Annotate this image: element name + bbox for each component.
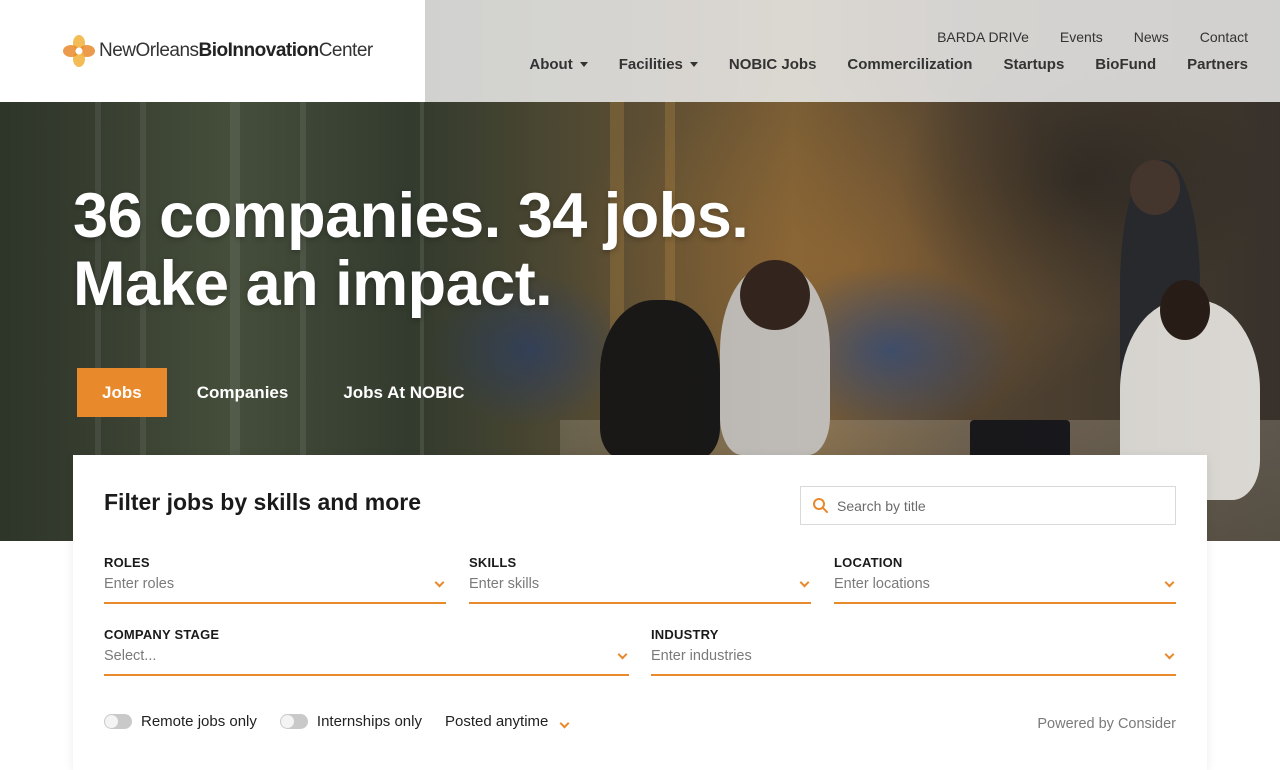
company-stage-field: COMPANY STAGE Select... xyxy=(104,627,629,676)
chevron-down-icon xyxy=(559,718,570,728)
remote-only-label: Remote jobs only xyxy=(141,713,257,730)
nav-commercilization-label: Commercilization xyxy=(847,56,973,73)
nav-partners[interactable]: Partners xyxy=(1187,56,1248,73)
nav-contact[interactable]: Contact xyxy=(1200,29,1248,45)
posted-anytime-dropdown[interactable]: Posted anytime xyxy=(445,713,571,730)
caret-down-icon xyxy=(689,62,698,67)
internships-only-label: Internships only xyxy=(316,713,422,730)
skills-field: SKILLS Enter skills xyxy=(469,555,811,604)
remote-only-toggle[interactable] xyxy=(104,714,132,729)
utility-nav: BARDA DRIVe Events News Contact xyxy=(937,29,1248,45)
filter-card: Filter jobs by skills and more ROLES Ent… xyxy=(73,455,1207,770)
roles-label: ROLES xyxy=(104,555,150,570)
nav-barda-drive[interactable]: BARDA DRIVe xyxy=(937,29,1029,45)
search-box[interactable] xyxy=(800,486,1176,525)
site-logo[interactable]: NewOrleansBioInnovationCenter xyxy=(62,34,373,68)
search-icon xyxy=(813,498,828,513)
nav-about-label: About xyxy=(529,56,573,73)
chevron-down-icon xyxy=(799,577,810,588)
logo-flower-icon xyxy=(63,35,95,67)
internships-toggle-group: Internships only xyxy=(279,713,422,730)
chevron-down-icon xyxy=(617,649,628,660)
skills-placeholder: Enter skills xyxy=(469,576,540,592)
search-input[interactable] xyxy=(837,497,1157,514)
filter-title: Filter jobs by skills and more xyxy=(104,489,421,515)
nav-commercilization[interactable]: Commercilization xyxy=(847,56,972,73)
powered-by-link[interactable]: Powered by Consider xyxy=(1037,716,1176,732)
filter-options-row: Remote jobs only Internships only Posted… xyxy=(104,713,571,730)
chevron-down-icon xyxy=(434,577,445,588)
industry-field: INDUSTRY Enter industries xyxy=(651,627,1176,676)
logo-text: NewOrleansBioInnovationCenter xyxy=(99,40,373,61)
company-stage-label: COMPANY STAGE xyxy=(104,627,220,642)
nav-partners-label: Partners xyxy=(1187,56,1248,73)
headline-line-1: 36 companies. 34 jobs. xyxy=(73,181,749,251)
tab-companies[interactable]: Companies xyxy=(197,368,289,417)
nav-events[interactable]: Events xyxy=(1060,29,1103,45)
roles-select[interactable]: Enter roles xyxy=(104,576,446,604)
nav-startups[interactable]: Startups xyxy=(1003,56,1064,73)
chevron-down-icon xyxy=(1164,577,1175,588)
hero-headline: 36 companies. 34 jobs. Make an impact. xyxy=(73,181,749,319)
location-placeholder: Enter locations xyxy=(834,576,930,592)
skills-select[interactable]: Enter skills xyxy=(469,576,811,604)
headline-line-2: Make an impact. xyxy=(73,249,553,319)
location-label: LOCATION xyxy=(834,555,903,570)
tab-jobs[interactable]: Jobs xyxy=(77,368,167,417)
location-select[interactable]: Enter locations xyxy=(834,576,1176,604)
industry-select[interactable]: Enter industries xyxy=(651,648,1176,676)
roles-placeholder: Enter roles xyxy=(104,576,175,592)
company-stage-select[interactable]: Select... xyxy=(104,648,629,676)
nav-nobic-jobs[interactable]: NOBIC Jobs xyxy=(729,56,817,73)
location-field: LOCATION Enter locations xyxy=(834,555,1176,604)
nav-biofund[interactable]: BioFund xyxy=(1095,56,1156,73)
skills-label: SKILLS xyxy=(469,555,517,570)
nav-startups-label: Startups xyxy=(1003,56,1065,73)
nav-facilities-label: Facilities xyxy=(618,56,683,73)
internships-only-toggle[interactable] xyxy=(279,714,308,729)
industry-label: INDUSTRY xyxy=(651,627,719,642)
nav-news[interactable]: News xyxy=(1134,29,1169,45)
nav-facilities[interactable]: Facilities xyxy=(619,56,698,73)
chevron-down-icon xyxy=(1164,649,1175,660)
caret-down-icon xyxy=(579,62,588,67)
header-nav-area xyxy=(425,0,1280,102)
hero-tabs: Jobs Companies Jobs At NOBIC xyxy=(77,368,465,417)
roles-field: ROLES Enter roles xyxy=(104,555,446,604)
posted-anytime-label: Posted anytime xyxy=(444,713,549,730)
tab-jobs-at-nobic[interactable]: Jobs At NOBIC xyxy=(343,368,464,417)
industry-placeholder: Enter industries xyxy=(651,648,752,664)
main-nav: About Facilities NOBIC Jobs Commerciliza… xyxy=(529,56,1248,73)
nav-about[interactable]: About xyxy=(529,56,588,73)
nav-biofund-label: BioFund xyxy=(1095,56,1157,73)
nav-nobic-jobs-label: NOBIC Jobs xyxy=(728,56,817,73)
remote-toggle-group: Remote jobs only xyxy=(104,713,257,730)
company-stage-placeholder: Select... xyxy=(104,648,157,664)
